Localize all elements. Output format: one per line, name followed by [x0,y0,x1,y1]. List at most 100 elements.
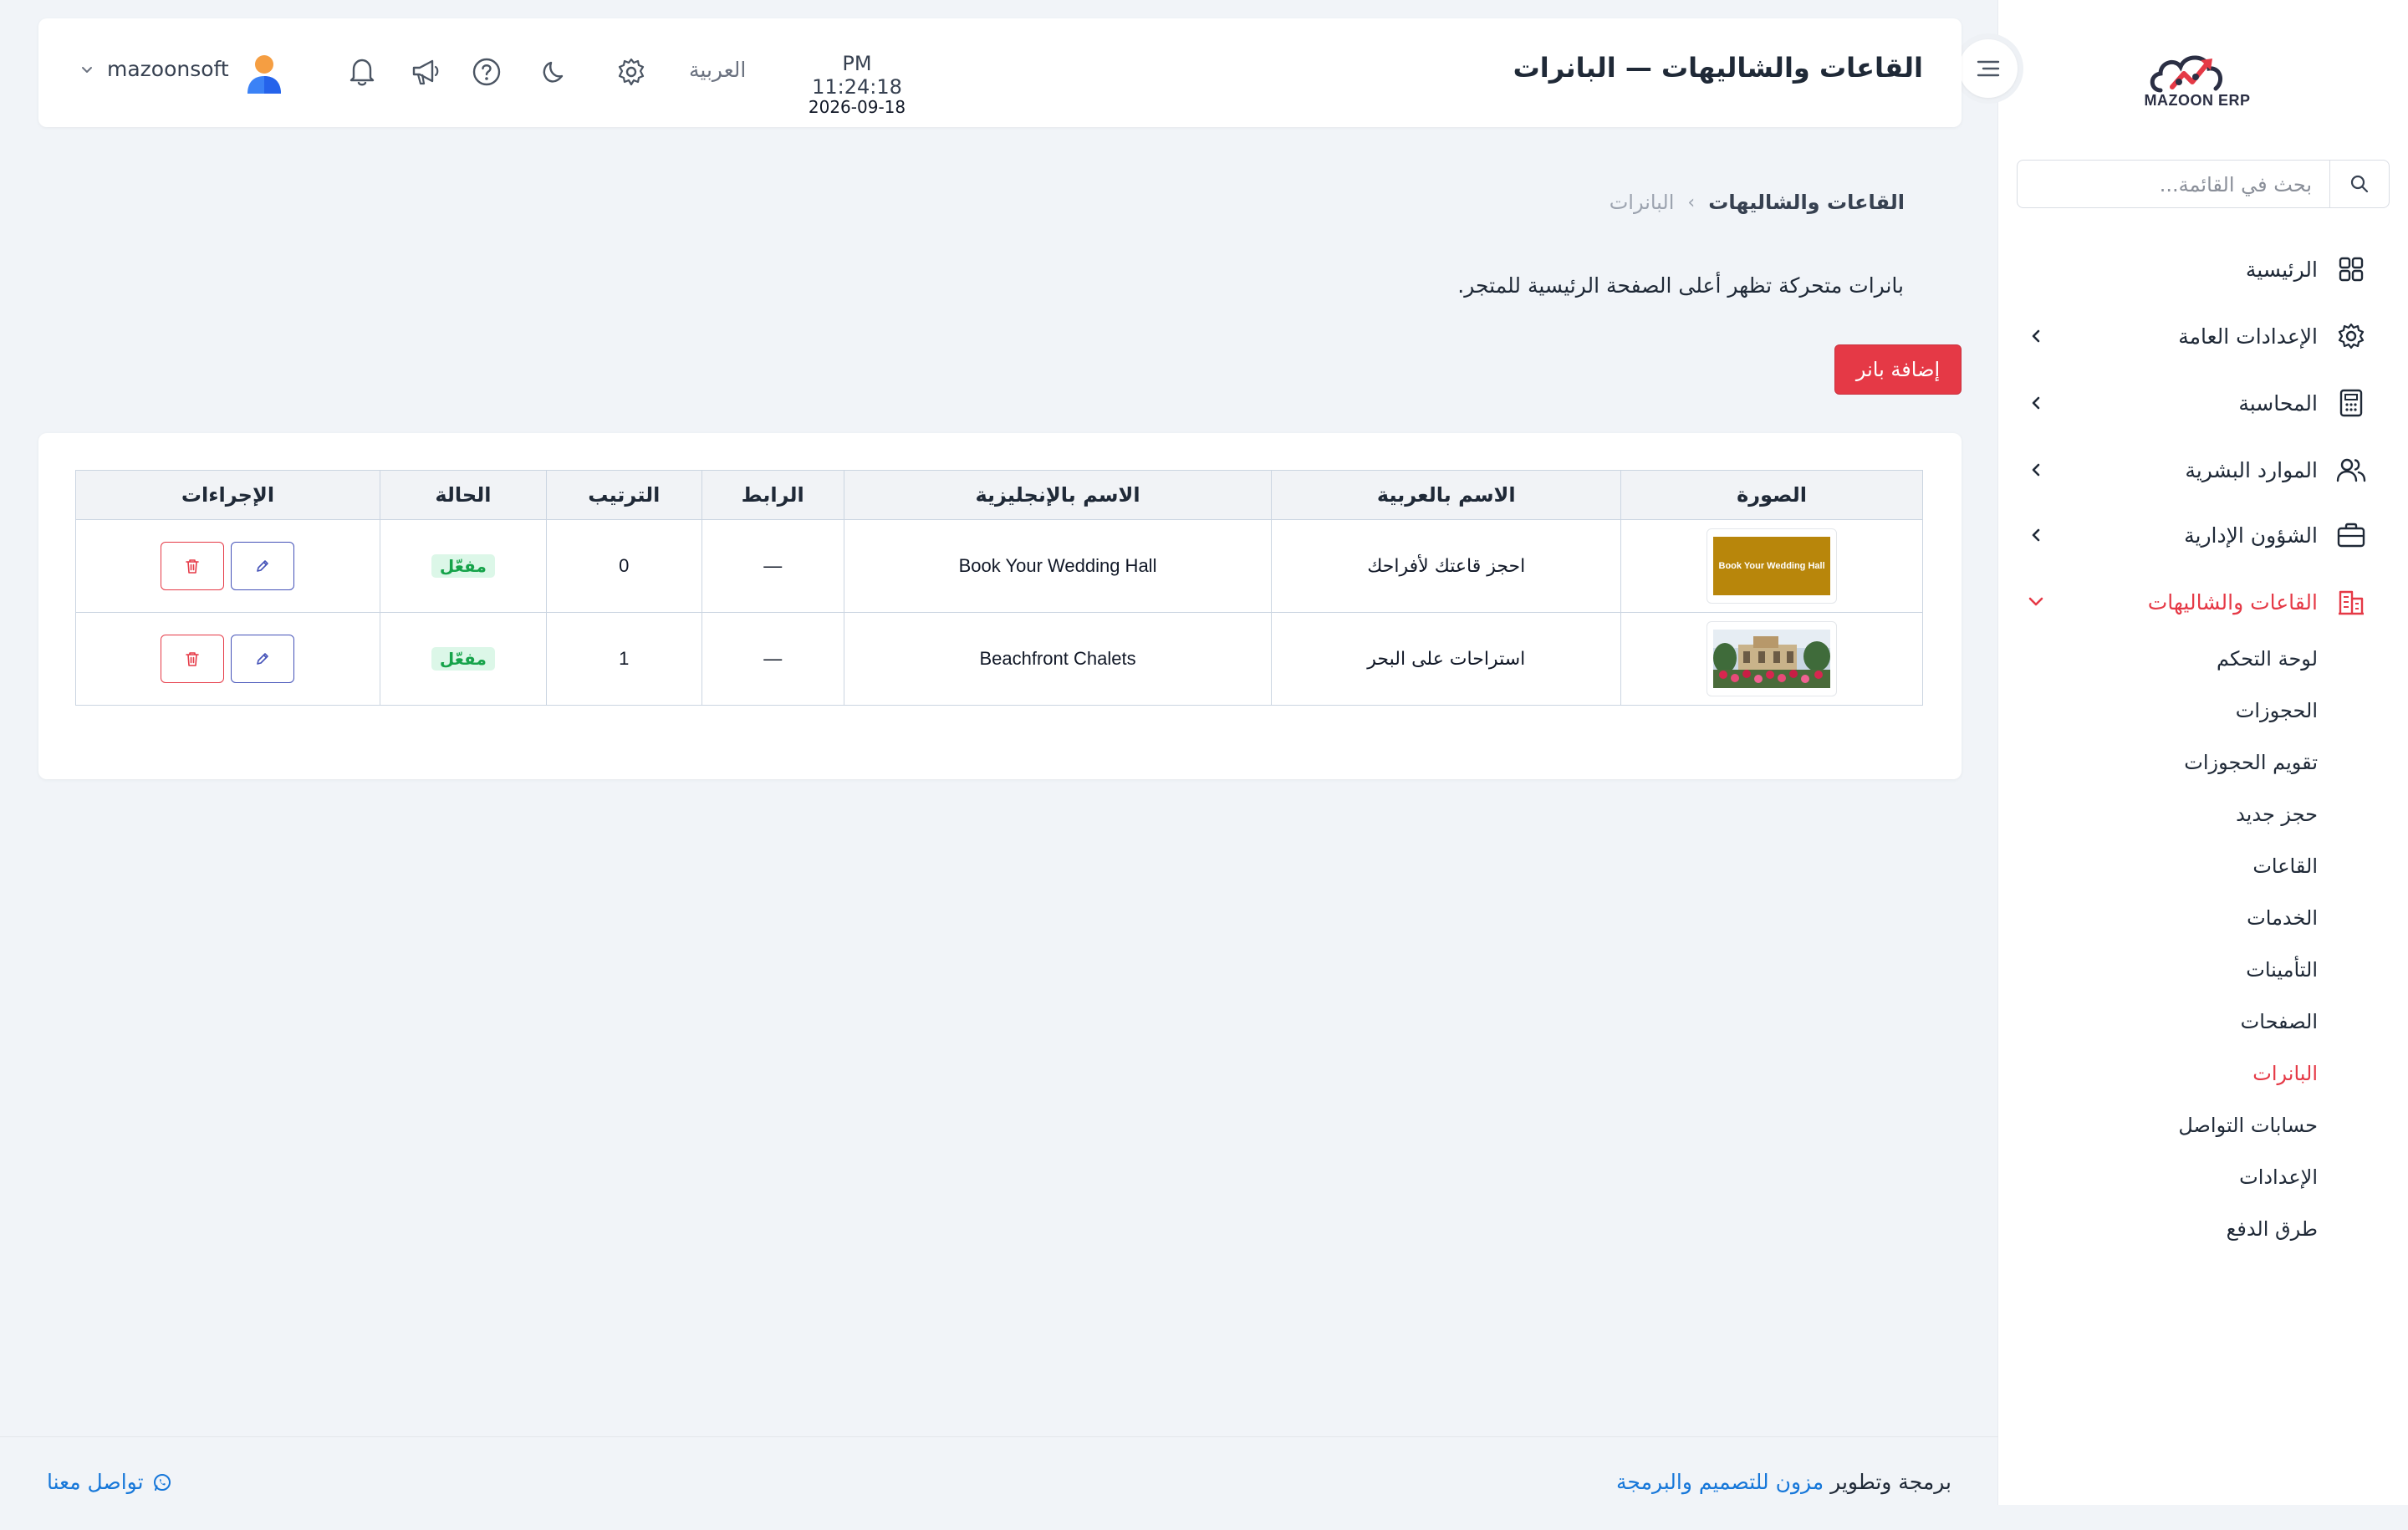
building-icon [2336,587,2366,617]
megaphone-icon[interactable] [409,54,444,89]
page-description: بانرات متحركة تظهر أعلى الصفحة الرئيسية … [1457,273,1904,298]
footer-divider [0,1436,1998,1437]
column-header-link: الرابط [701,470,844,520]
link-cell: — [701,612,844,706]
moon-icon[interactable] [537,54,572,89]
sidebar-subitem-settings[interactable]: الإعدادات [2239,1165,2318,1189]
order-cell: 0 [545,519,702,613]
banner-thumbnail[interactable]: Book Your Wedding Hall [1707,528,1838,604]
pencil-icon [257,653,269,665]
sidebar-search [2017,160,2390,208]
sidebar-toggle-button[interactable] [1953,33,2023,104]
sidebar-subitem-new-booking[interactable]: حجز جديد [2236,803,2318,826]
settings-icon[interactable] [614,54,649,89]
sidebar-search-input[interactable] [2034,171,2314,199]
clock-date: 2026-09-18 [808,97,906,117]
column-header-status: الحالة [379,470,547,520]
menu-icon [1959,39,2018,98]
column-header-order: الترتيب [545,470,702,520]
row-actions [161,542,295,590]
breadcrumb: القاعات والشاليهات › البانرات [1610,191,1905,214]
breadcrumb-separator: › [1687,191,1696,213]
banner-thumbnail[interactable] [1707,621,1838,696]
sidebar-subitem-bookings[interactable]: الحجوزات [2236,699,2318,722]
trash-icon [186,652,200,666]
add-banner-button[interactable]: إضافة بانر [1834,344,1962,395]
sidebar: MAZOON ERP الرئيسية الإعدادات العامة [1953,0,2408,1505]
pencil-icon [257,560,269,572]
column-header-actions: الإجراءات [75,470,380,520]
column-header-name-ar: الاسم بالعربية [1271,470,1622,520]
banner-image-cell: Book Your Wedding Hall [1620,519,1923,613]
edit-button[interactable] [231,635,295,683]
banners-table-card: الصورة الاسم بالعربية الاسم بالإنجليزية … [38,433,1962,779]
users-icon [2336,455,2366,485]
banners-table: الصورة الاسم بالعربية الاسم بالإنجليزية … [75,470,1923,706]
sidebar-item-label: الإعدادات العامة [2178,324,2318,349]
name-en-cell: Book Your Wedding Hall [843,519,1273,613]
sidebar-subitem-banners[interactable]: البانرات [2252,1062,2318,1085]
edit-button[interactable] [231,542,295,590]
delete-button[interactable] [161,635,225,683]
calculator-icon [2336,388,2366,418]
sidebar-subitem-social-accounts[interactable]: حسابات التواصل [2178,1114,2318,1137]
sidebar-item-label: الشؤون الإدارية [2184,523,2318,548]
user-name[interactable]: mazoonsoft [107,57,229,81]
sidebar-subitem-bookings-calendar[interactable]: تقويم الحجوزات [2184,751,2318,774]
whatsapp-icon [152,1472,172,1492]
banner-image-text: Book Your Wedding Hall [1718,561,1825,571]
sidebar-item-label: المحاسبة [2238,390,2318,416]
chevron-left-icon [2023,523,2048,548]
row-actions [161,635,295,683]
sidebar-item-label: الموارد البشرية [2185,457,2318,482]
contact-us-link[interactable]: تواصل معنا [47,1470,172,1494]
sidebar-item-admin-affairs[interactable]: الشؤون الإدارية [2023,514,2366,556]
sidebar-item-halls-chalets[interactable]: القاعات والشاليهات [2023,581,2366,623]
column-header-image: الصورة [1620,470,1923,520]
status-cell: مفعّل [379,519,547,613]
sidebar-subitem-halls[interactable]: القاعات [2252,854,2318,878]
chevron-down-icon[interactable] [80,64,94,77]
sidebar-item-accounting[interactable]: المحاسبة [2023,382,2366,424]
sidebar-subitem-deposits[interactable]: التأمينات [2246,958,2318,982]
breadcrumb-parent[interactable]: القاعات والشاليهات [1708,191,1905,214]
column-header-name-en: الاسم بالإنجليزية [843,470,1273,520]
order-cell: 1 [545,612,702,706]
clock-time: PM 11:24:18 [812,52,902,99]
name-en-cell: Beachfront Chalets [843,612,1273,706]
help-icon[interactable] [469,54,504,89]
sidebar-item-label: القاعات والشاليهات [2147,589,2318,615]
sidebar-item-hr[interactable]: الموارد البشرية [2023,449,2366,491]
avatar[interactable] [244,52,284,95]
actions-cell [75,519,380,613]
language-switch[interactable]: العربية [689,58,746,82]
clock: PM 11:24:18 2026-09-18 [794,52,920,117]
banner-image: Book Your Wedding Hall [1713,537,1831,595]
bell-icon[interactable] [344,54,380,89]
sidebar-item-label: الرئيسية [2245,257,2318,282]
briefcase-icon [2336,520,2366,550]
chevron-left-icon [2023,390,2048,416]
search-icon[interactable] [2329,161,2389,207]
sidebar-item-home[interactable]: الرئيسية [2023,248,2366,290]
sidebar-subitem-pages[interactable]: الصفحات [2241,1010,2318,1033]
actions-cell [75,612,380,706]
sidebar-subitem-dashboard[interactable]: لوحة التحكم [2217,647,2318,671]
sidebar-subitem-services[interactable]: الخدمات [2247,906,2318,930]
footer-credit-link[interactable]: مزون للتصميم والبرمجة [1616,1470,1824,1494]
link-cell: — [701,519,844,613]
sidebar-subitem-payment-methods[interactable]: طرق الدفع [2227,1217,2318,1241]
sidebar-item-general-settings[interactable]: الإعدادات العامة [2023,315,2366,357]
trash-icon [186,559,200,574]
table-header-row: الصورة الاسم بالعربية الاسم بالإنجليزية … [75,470,1923,520]
chevron-left-icon [2023,324,2048,349]
contact-us-label: تواصل معنا [47,1470,144,1494]
chevron-down-icon [2023,589,2048,615]
delete-button[interactable] [161,542,225,590]
status-badge: مفعّل [431,554,495,578]
breadcrumb-current: البانرات [1609,191,1675,214]
page-title: القاعات والشاليهات — البانرات [1513,52,1923,84]
table-row: Book Your Wedding Hall احجز قاعتك لأفراح… [75,519,1923,613]
status-badge: مفعّل [431,647,495,671]
chalet-photo [1713,630,1831,688]
